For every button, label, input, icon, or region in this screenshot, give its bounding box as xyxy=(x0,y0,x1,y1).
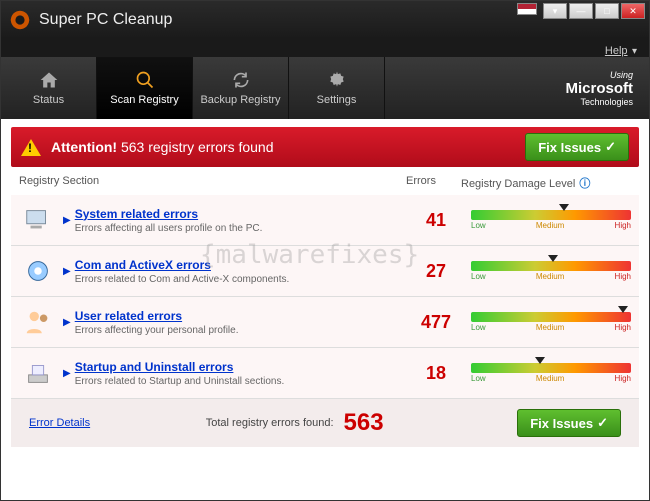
footer: Error Details Total registry errors foun… xyxy=(11,399,639,447)
close-button[interactable]: ✕ xyxy=(621,3,645,19)
navbar: Status Scan Registry Backup Registry Set… xyxy=(1,57,649,119)
alert-text: Attention! 563 registry errors found xyxy=(51,139,274,155)
titlebar: Super PC Cleanup ▾ — □ ✕ xyxy=(1,1,649,39)
damage-gauge: LowMediumHigh xyxy=(471,312,631,332)
result-row: ▶ Startup and Uninstall errors Errors re… xyxy=(11,348,639,399)
row-title-link[interactable]: User related errors xyxy=(75,309,401,323)
header-damage: Registry Damage Levelⓘ xyxy=(461,175,631,191)
gear-icon xyxy=(327,70,347,90)
tab-status[interactable]: Status xyxy=(1,57,97,119)
com-icon xyxy=(19,254,57,288)
ms-name: Microsoft xyxy=(566,80,634,97)
error-count: 27 xyxy=(401,261,471,282)
magnifier-icon xyxy=(135,70,155,90)
alert-bar: Attention! 563 registry errors found Fix… xyxy=(11,127,639,167)
row-desc: Errors related to Startup and Uninstall … xyxy=(75,376,401,387)
warning-icon xyxy=(21,139,41,156)
startup-icon xyxy=(19,356,57,390)
error-count: 477 xyxy=(401,312,471,333)
damage-gauge: LowMediumHigh xyxy=(471,363,631,383)
fix-issues-button-top[interactable]: Fix Issues✓ xyxy=(525,133,629,161)
info-icon[interactable]: ⓘ xyxy=(579,178,590,190)
error-count: 18 xyxy=(401,363,471,384)
language-flag-icon[interactable] xyxy=(517,3,537,15)
error-details-link[interactable]: Error Details xyxy=(29,417,90,429)
damage-gauge: LowMediumHigh xyxy=(471,261,631,281)
result-row: ▶ User related errors Errors affecting y… xyxy=(11,297,639,348)
home-icon xyxy=(39,70,59,90)
expand-arrow-icon[interactable]: ▶ xyxy=(63,266,71,277)
language-dropdown[interactable]: ▾ xyxy=(543,3,567,19)
result-row: ▶ Com and ActiveX errors Errors related … xyxy=(11,246,639,297)
fix-issues-button-bottom[interactable]: Fix Issues✓ xyxy=(517,409,621,437)
row-title-link[interactable]: System related errors xyxy=(75,207,401,221)
system-icon xyxy=(19,203,57,237)
row-title-link[interactable]: Startup and Uninstall errors xyxy=(75,360,401,374)
header-errors: Errors xyxy=(381,175,461,191)
tab-label: Settings xyxy=(317,94,357,106)
results-list: ▶ System related errors Errors affecting… xyxy=(1,195,649,399)
check-icon: ✓ xyxy=(597,415,608,431)
row-title-link[interactable]: Com and ActiveX errors xyxy=(75,258,401,272)
tab-backup-registry[interactable]: Backup Registry xyxy=(193,57,289,119)
check-icon: ✓ xyxy=(605,139,616,155)
header-section: Registry Section xyxy=(19,175,381,191)
maximize-button[interactable]: □ xyxy=(595,3,619,19)
tab-scan-registry[interactable]: Scan Registry xyxy=(97,57,193,119)
microsoft-logo: Using Microsoft Technologies xyxy=(550,57,650,119)
user-icon xyxy=(19,305,57,339)
ms-using: Using xyxy=(610,70,633,80)
help-row: Help ▾ xyxy=(1,39,649,57)
expand-arrow-icon[interactable]: ▶ xyxy=(63,368,71,379)
expand-arrow-icon[interactable]: ▶ xyxy=(63,317,71,328)
gauge-pointer-icon xyxy=(618,306,628,313)
tab-label: Scan Registry xyxy=(110,94,178,106)
total-label: Total registry errors found: xyxy=(206,417,334,429)
total-count: 563 xyxy=(344,409,384,437)
gauge-pointer-icon xyxy=(559,204,569,211)
help-link[interactable]: Help xyxy=(605,45,628,57)
tab-label: Backup Registry xyxy=(200,94,280,106)
gauge-pointer-icon xyxy=(548,255,558,262)
row-desc: Errors affecting all users profile on th… xyxy=(75,223,401,234)
minimize-button[interactable]: — xyxy=(569,3,593,19)
tab-label: Status xyxy=(33,94,64,106)
result-row: ▶ System related errors Errors affecting… xyxy=(11,195,639,246)
error-count: 41 xyxy=(401,210,471,231)
gauge-pointer-icon xyxy=(535,357,545,364)
row-desc: Errors affecting your personal profile. xyxy=(75,325,401,336)
refresh-icon xyxy=(231,70,251,90)
tab-settings[interactable]: Settings xyxy=(289,57,385,119)
row-desc: Errors related to Com and Active-X compo… xyxy=(75,274,401,285)
column-headers: Registry Section Errors Registry Damage … xyxy=(1,167,649,195)
app-gear-icon xyxy=(9,9,31,31)
ms-tech: Technologies xyxy=(580,97,633,107)
damage-gauge: LowMediumHigh xyxy=(471,210,631,230)
app-title: Super PC Cleanup xyxy=(39,11,172,29)
expand-arrow-icon[interactable]: ▶ xyxy=(63,215,71,226)
